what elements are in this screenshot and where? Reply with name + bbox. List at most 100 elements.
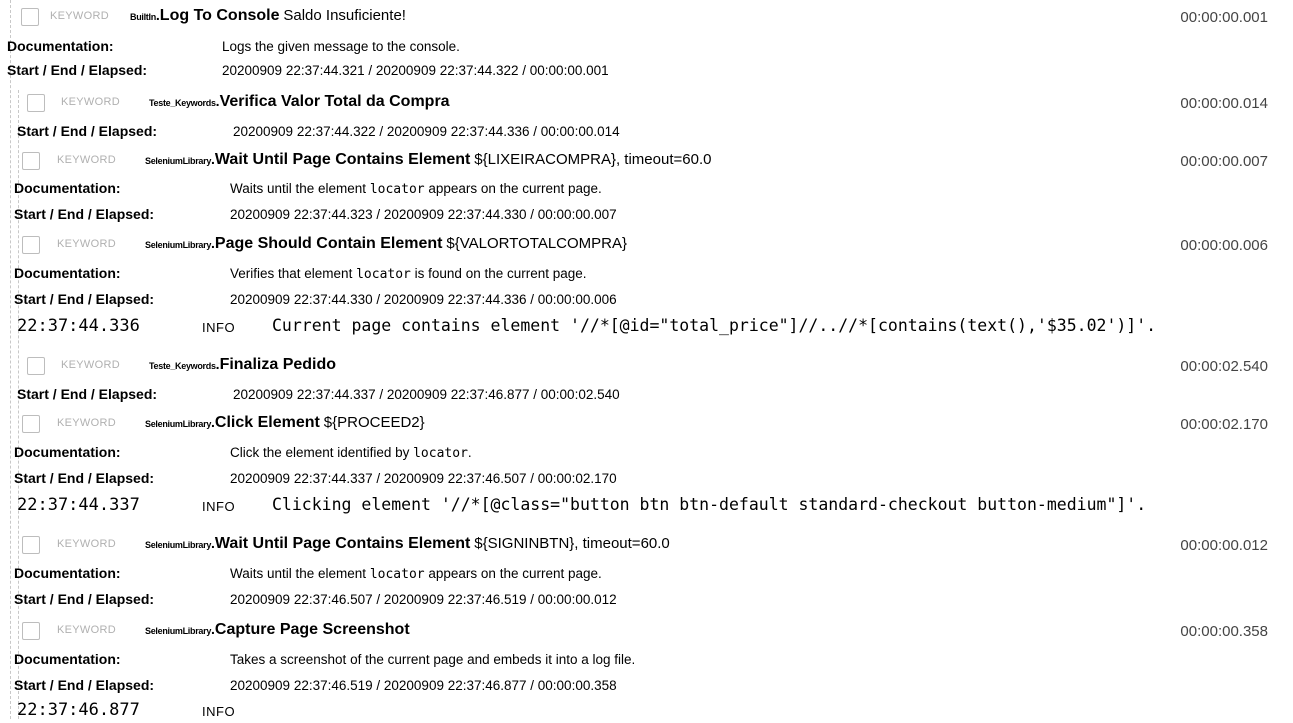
doc-label: Documentation: <box>14 180 121 196</box>
keyword-type-label: KEYWORD <box>57 417 116 429</box>
keyword-elapsed: 00:00:00.358 <box>1180 623 1268 640</box>
message-level: INFO <box>202 704 236 719</box>
keyword-name: Page Should Contain Element <box>214 235 443 252</box>
log-message-row: 22:37:44.336 INFO Current page contains … <box>0 313 1293 339</box>
doc-code: locator <box>413 446 468 461</box>
keyword-header[interactable]: KEYWORD Teste_Keywords.Finaliza Pedido 0… <box>0 353 1293 379</box>
doc-row: Documentation: Takes a screenshot of the… <box>0 649 1293 669</box>
keyword-args: ${LIXEIRACOMPRA}, timeout=60.0 <box>474 151 712 168</box>
keyword-args: ${PROCEED2} <box>323 414 425 431</box>
times-row: Start / End / Elapsed: 20200909 22:37:44… <box>0 204 1293 224</box>
keyword-type-label: KEYWORD <box>57 238 116 250</box>
expand-toggle-icon[interactable] <box>22 622 40 640</box>
keyword-elapsed: 00:00:00.001 <box>1180 9 1268 26</box>
keyword-library: BuiltIn <box>130 12 156 22</box>
times-row: Start / End / Elapsed: 20200909 22:37:44… <box>0 289 1293 309</box>
times-label: Start / End / Elapsed: <box>14 677 155 693</box>
doc-code: locator <box>369 567 425 582</box>
expand-toggle-icon[interactable] <box>22 236 40 254</box>
doc-label: Documentation: <box>7 38 114 54</box>
keyword-header[interactable]: KEYWORD SeleniumLibrary.Capture Page Scr… <box>0 618 1293 644</box>
times-value: 20200909 22:37:44.330 / 20200909 22:37:4… <box>230 292 617 307</box>
keyword-elapsed: 00:00:02.540 <box>1180 358 1268 375</box>
times-label: Start / End / Elapsed: <box>7 62 148 78</box>
keyword-library: SeleniumLibrary <box>145 540 212 550</box>
keyword-name: Verifica Valor Total da Compra <box>219 93 450 110</box>
keyword-name: Capture Page Screenshot <box>214 621 410 638</box>
keyword-type-label: KEYWORD <box>57 624 116 636</box>
keyword-args: ${SIGNINBTN}, timeout=60.0 <box>474 535 670 552</box>
doc-value: Logs the given message to the console. <box>222 39 460 54</box>
doc-label: Documentation: <box>14 265 121 281</box>
keyword-name: Finaliza Pedido <box>219 356 337 373</box>
keyword-library: SeleniumLibrary <box>145 156 212 166</box>
expand-toggle-icon[interactable] <box>27 357 45 375</box>
keyword-library: SeleniumLibrary <box>145 240 212 250</box>
doc-label: Documentation: <box>14 651 121 667</box>
keyword-type-label: KEYWORD <box>57 538 116 550</box>
times-value: 20200909 22:37:44.337 / 20200909 22:37:4… <box>230 471 617 486</box>
times-row: Start / End / Elapsed: 20200909 22:37:44… <box>0 468 1293 488</box>
keyword-header[interactable]: KEYWORD Teste_Keywords.Verifica Valor To… <box>0 90 1293 116</box>
times-value: 20200909 22:37:44.322 / 20200909 22:37:4… <box>233 124 620 139</box>
doc-code: locator <box>369 182 425 197</box>
message-text: Clicking element '//*[@class="button btn… <box>272 495 1147 514</box>
expand-toggle-icon[interactable] <box>21 8 39 26</box>
keyword-library: SeleniumLibrary <box>145 419 212 429</box>
keyword-type-label: KEYWORD <box>61 359 120 371</box>
times-value: 20200909 22:37:46.507 / 20200909 22:37:4… <box>230 592 617 607</box>
keyword-type-label: KEYWORD <box>61 96 120 108</box>
doc-row: Documentation: Verifies that element loc… <box>0 263 1293 283</box>
doc-text: appears on the current page. <box>428 566 602 581</box>
keyword-name: Wait Until Page Contains Element <box>214 535 471 552</box>
doc-text: is found on the current page. <box>414 266 587 281</box>
times-row: Start / End / Elapsed: 20200909 22:37:46… <box>0 589 1293 609</box>
times-value: 20200909 22:37:46.519 / 20200909 22:37:4… <box>230 678 617 693</box>
doc-text: . <box>467 445 472 460</box>
keyword-type-label: KEYWORD <box>57 154 116 166</box>
doc-row: Documentation: Waits until the element l… <box>0 563 1293 583</box>
times-row: Start / End / Elapsed: 20200909 22:37:46… <box>0 675 1293 695</box>
keyword-library: Teste_Keywords <box>149 361 216 371</box>
doc-text: Verifies that element <box>230 266 353 281</box>
message-timestamp: 22:37:44.337 <box>17 495 140 515</box>
keyword-header[interactable]: KEYWORD SeleniumLibrary.Wait Until Page … <box>0 532 1293 558</box>
times-label: Start / End / Elapsed: <box>17 386 158 402</box>
times-value: 20200909 22:37:44.337 / 20200909 22:37:4… <box>233 387 620 402</box>
doc-text: appears on the current page. <box>428 181 602 196</box>
message-timestamp: 22:37:46.877 <box>17 700 140 720</box>
message-level: INFO <box>202 320 236 335</box>
doc-label: Documentation: <box>14 444 121 460</box>
times-label: Start / End / Elapsed: <box>17 123 158 139</box>
doc-text: Waits until the element <box>230 181 367 196</box>
message-timestamp: 22:37:44.336 <box>17 316 140 336</box>
expand-toggle-icon[interactable] <box>22 152 40 170</box>
doc-row: Documentation: Logs the given message to… <box>0 36 1293 56</box>
times-label: Start / End / Elapsed: <box>14 470 155 486</box>
keyword-elapsed: 00:00:00.012 <box>1180 537 1268 554</box>
times-row: Start / End / Elapsed: 20200909 22:37:44… <box>0 121 1293 141</box>
expand-toggle-icon[interactable] <box>22 415 40 433</box>
times-row: Start / End / Elapsed: 20200909 22:37:44… <box>0 60 1293 80</box>
keyword-header[interactable]: KEYWORD SeleniumLibrary.Click Element ${… <box>0 411 1293 437</box>
keyword-name: Wait Until Page Contains Element <box>214 151 471 168</box>
keyword-library: Teste_Keywords <box>149 98 216 108</box>
times-label: Start / End / Elapsed: <box>14 291 155 307</box>
doc-text: Click the element identified by <box>230 445 410 460</box>
times-value: 20200909 22:37:44.321 / 20200909 22:37:4… <box>222 63 609 78</box>
keyword-elapsed: 00:00:00.006 <box>1180 237 1268 254</box>
keyword-header[interactable]: KEYWORD BuiltIn.Log To Console Saldo Ins… <box>0 4 1293 30</box>
expand-toggle-icon[interactable] <box>27 94 45 112</box>
times-row: Start / End / Elapsed: 20200909 22:37:44… <box>0 384 1293 404</box>
expand-toggle-icon[interactable] <box>22 536 40 554</box>
doc-text: Waits until the element <box>230 566 367 581</box>
doc-row: Documentation: Waits until the element l… <box>0 178 1293 198</box>
times-value: 20200909 22:37:44.323 / 20200909 22:37:4… <box>230 207 617 222</box>
keyword-header[interactable]: KEYWORD SeleniumLibrary.Wait Until Page … <box>0 148 1293 174</box>
log-message-row: 22:37:44.337 INFO Clicking element '//*[… <box>0 492 1293 518</box>
keyword-args: ${VALORTOTALCOMPRA} <box>446 235 628 252</box>
keyword-elapsed: 00:00:00.014 <box>1180 95 1268 112</box>
doc-value: Takes a screenshot of the current page a… <box>230 652 636 667</box>
doc-row: Documentation: Click the element identif… <box>0 442 1293 462</box>
keyword-header[interactable]: KEYWORD SeleniumLibrary.Page Should Cont… <box>0 232 1293 258</box>
